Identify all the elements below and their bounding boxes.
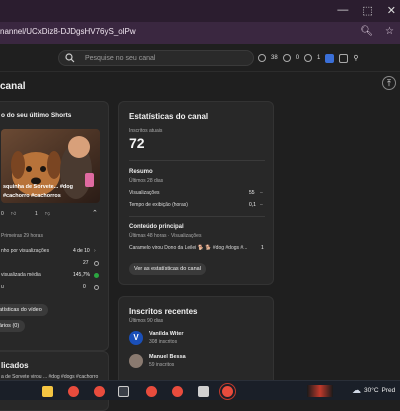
channel-analytics-button[interactable]: Ver as estatísticas do canal	[129, 263, 206, 275]
maximize-button[interactable]: ⬚	[362, 4, 372, 17]
views-value: 55	[249, 190, 255, 196]
cloud-icon: ☁	[352, 385, 361, 395]
minimize-button[interactable]: —	[337, 4, 348, 17]
os-taskbar: ☁ 30°C Pred	[0, 380, 400, 400]
browser-tab-strip: — ⬚ ✕	[0, 0, 400, 22]
metric-value-2: 27	[83, 260, 89, 266]
search-icon	[65, 53, 75, 63]
comments-button[interactable]: ários (0)	[0, 320, 26, 332]
chrome-icon[interactable]	[146, 386, 157, 397]
short-period: Primeiras 29 horas	[1, 233, 43, 239]
game-icon[interactable]	[307, 385, 333, 397]
search-placeholder: Pesquise no seu canal	[85, 54, 156, 62]
channel-stats-title: Estatísticas do canal	[129, 112, 209, 121]
video-analytics-button[interactable]: atísticas do vídeo	[0, 304, 48, 316]
address-bar-icons: 🔍︎ ☆	[360, 26, 394, 37]
close-window-button[interactable]: ✕	[387, 4, 396, 17]
status-circle-icon	[94, 285, 99, 290]
studio-topbar: Pesquise no seu canal 38 0 1 ⚲	[0, 44, 400, 72]
upload-icon[interactable]: ⤒	[382, 76, 396, 90]
chevron-right-icon[interactable]: ›	[94, 248, 96, 254]
subscribers-label: Inscritos atuais	[129, 128, 163, 134]
latest-short-title: o do seu último Shorts	[1, 112, 72, 119]
metric-value-1: 4 de 10	[73, 248, 90, 254]
dislike-count: 1	[35, 211, 38, 217]
metric-label-3: visualizada média	[1, 272, 41, 278]
divider	[129, 160, 265, 161]
channel-stats-card: Estatísticas do canal Inscritos atuais 7…	[118, 101, 274, 285]
metric-label-4: u	[1, 284, 4, 290]
stat-value-2: 0	[295, 55, 300, 61]
menu-icon[interactable]	[339, 53, 349, 63]
top-content-title: Conteúdo principal	[129, 224, 184, 230]
window-controls: — ⬚ ✕	[337, 4, 396, 17]
bookmark-star-icon[interactable]: ☆	[385, 26, 394, 37]
published-title: licados	[1, 361, 29, 370]
comment-icon	[282, 54, 291, 62]
dog-thumbnail-image	[1, 129, 100, 203]
subscriber-count: 308 inscritos	[149, 339, 178, 345]
metric-value-3: 145,7%	[73, 272, 90, 278]
metric-value-4: 0	[83, 284, 86, 290]
green-check-icon	[94, 273, 99, 278]
url-text[interactable]: nannel/UCxDiz8-DJDgsHV76yS_olPw	[0, 27, 136, 36]
short-caption-line1: squinha de Sorvete... #dog	[3, 184, 73, 190]
watch-time-label: Tempo de exibição (horas)	[129, 202, 188, 208]
metric-label-1: nho por visualizações	[1, 248, 50, 254]
weather-widget[interactable]: ☁ 30°C Pred	[352, 385, 395, 396]
chrome-icon[interactable]	[68, 386, 79, 397]
chrome-icon[interactable]	[219, 383, 236, 400]
subscriber-name[interactable]: Vanilda Witer	[149, 331, 184, 337]
top-content-value: 1	[261, 245, 264, 251]
latest-short-card: o do seu último Shorts squinha de Sorvet…	[0, 101, 109, 351]
top-content-item[interactable]: Caramelo virou Dono da Leilei 🐕 🐕 #dog #…	[129, 245, 247, 251]
like-icon: 👍︎	[11, 211, 17, 217]
youtube-studio-app: Pesquise no seu canal 38 0 1 ⚲ canal ⤒ o…	[0, 44, 400, 411]
chrome-icon[interactable]	[94, 386, 105, 397]
temperature: 30°C	[364, 387, 379, 394]
address-bar[interactable]: nannel/UCxDiz8-DJDgsHV76yS_olPw 🔍︎ ☆	[0, 22, 400, 44]
views-label: Visualizações	[129, 190, 160, 196]
short-caption-line2: #cachorro #cachorros	[3, 193, 61, 199]
person-icon	[304, 54, 313, 62]
blue-square-icon[interactable]	[325, 53, 335, 63]
dash-icon: –	[260, 190, 263, 196]
channel-stats-pill[interactable]: 38 0 1 ⚲	[258, 52, 359, 64]
summary-title: Resumo	[129, 169, 153, 175]
weather-text: Pred	[381, 387, 396, 394]
status-circle-icon	[94, 261, 99, 266]
pin-icon[interactable]: ⚲	[353, 54, 358, 62]
stat-value-1: 38	[271, 55, 278, 61]
divider	[129, 216, 265, 217]
top-content-period: Últimas 48 horas · Visualizações	[129, 233, 202, 239]
stat-value-3: 1	[317, 55, 321, 61]
summary-period: Últimos 28 dias	[129, 178, 164, 184]
clock-icon	[258, 54, 266, 62]
subscriber-name[interactable]: Manuel Bessa	[149, 354, 186, 360]
dash-icon: –	[260, 202, 263, 208]
search-box[interactable]: Pesquise no seu canal	[58, 50, 254, 66]
page-title: canal	[0, 81, 26, 92]
recent-subscribers-title: Inscritos recentes	[129, 307, 198, 316]
avatar[interactable]	[129, 354, 143, 368]
avatar[interactable]: V	[129, 331, 143, 345]
subscriber-count: 59 inscritos	[149, 362, 175, 368]
watch-time-value: 0,1	[249, 202, 256, 208]
recent-subscribers-period: Últimos 90 dias	[129, 318, 164, 324]
dislike-icon: 👎︎	[45, 211, 51, 217]
zoom-icon[interactable]: 🔍︎	[360, 26, 373, 37]
file-explorer-icon[interactable]	[42, 386, 53, 397]
subscribers-count: 72	[129, 135, 145, 151]
short-thumbnail[interactable]: squinha de Sorvete... #dog #cachorro #ca…	[1, 129, 100, 203]
chrome-icon[interactable]	[172, 386, 183, 397]
mail-icon[interactable]	[118, 386, 129, 397]
like-count: 0	[1, 211, 4, 217]
app-icon[interactable]	[198, 386, 209, 397]
chevron-up-icon[interactable]: ⌃	[92, 209, 98, 217]
